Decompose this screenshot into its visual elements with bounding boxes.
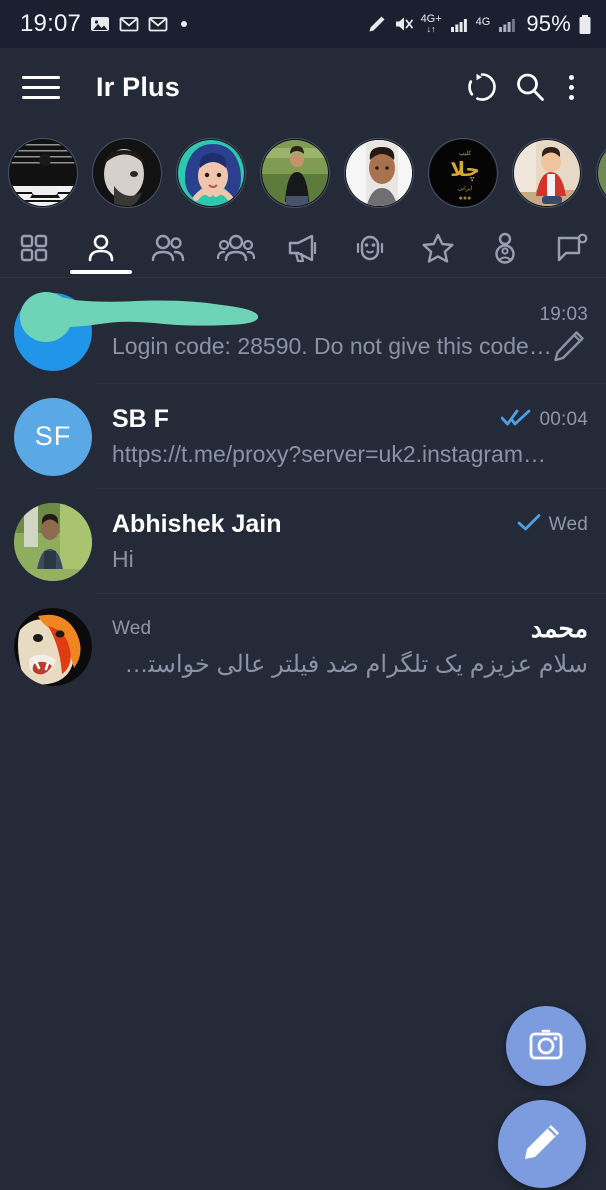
avatar[interactable] xyxy=(14,292,92,371)
tab-all-chats[interactable] xyxy=(0,218,67,278)
avatar[interactable] xyxy=(14,502,92,581)
pen-icon xyxy=(367,14,387,34)
avatar[interactable] xyxy=(14,607,92,686)
hamburger-menu-icon[interactable] xyxy=(22,72,60,102)
svg-text:ایرانی: ایرانی xyxy=(458,185,473,192)
story-avatar-5[interactable] xyxy=(344,138,414,208)
gmail-icon xyxy=(148,14,168,34)
chat-timestamp: Wed xyxy=(548,513,588,535)
chat-row[interactable]: 19:03 Login code: 28590. Do not give thi… xyxy=(0,279,606,384)
chat-row-meta: Wed xyxy=(517,512,588,537)
chat-name: SB F xyxy=(112,405,169,434)
chat-timestamp: Wed xyxy=(112,618,152,640)
stories-bar[interactable]: چلا کلیپ ایرانی ●●● xyxy=(0,126,606,218)
story-avatar-3[interactable] xyxy=(176,138,246,208)
tab-favorites[interactable] xyxy=(404,218,471,278)
avatar[interactable]: SF xyxy=(14,397,92,476)
gmail-icon xyxy=(119,14,139,34)
status-bar: 19:07 4G+ ↓↑ 4G 95% xyxy=(0,0,606,48)
chat-preview-message: Login code: 28590. Do not give this code… xyxy=(112,332,552,359)
chat-preview-message: سلام عزیزم یک تلگرام ضد فیلتر عالی خواست… xyxy=(112,651,588,679)
compose-fab-button[interactable] xyxy=(498,1100,586,1188)
search-icon[interactable] xyxy=(506,63,554,111)
story-avatar-1[interactable] xyxy=(8,138,78,208)
chat-name: Abhishek Jain xyxy=(112,510,282,539)
chat-row-header: محمد Wed xyxy=(112,614,588,644)
chat-row-meta: 00:04 xyxy=(501,407,588,432)
battery-full-icon xyxy=(578,14,592,34)
tab-groups[interactable] xyxy=(202,218,269,278)
chat-row[interactable]: محمد Wed سلام عزیزم یک تلگرام ضد فیلتر ع… xyxy=(0,594,606,699)
chat-row-body: محمد Wed سلام عزیزم یک تلگرام ضد فیلتر ع… xyxy=(112,614,588,679)
chat-timestamp: 00:04 xyxy=(539,408,588,430)
status-bar-clock: 19:07 xyxy=(20,10,82,37)
camera-icon xyxy=(526,1024,566,1069)
chat-preview-message: Hi xyxy=(112,546,134,573)
chat-row-body: 19:03 Login code: 28590. Do not give thi… xyxy=(112,304,588,359)
story-avatar-8[interactable] xyxy=(596,138,606,208)
tab-personal[interactable] xyxy=(67,218,134,278)
chat-row-body: Abhishek Jain Wed Hi xyxy=(112,510,588,572)
chat-preview-message: https://t.me/proxy?server=uk2.instagram… xyxy=(112,441,546,468)
4g-plus-signal-icon: 4G+ ↓↑ xyxy=(421,14,442,34)
chat-row-header: Abhishek Jain Wed xyxy=(112,510,588,539)
more-vertical-icon[interactable] xyxy=(554,74,588,100)
tab-bots[interactable] xyxy=(337,218,404,278)
chat-name: محمد xyxy=(530,615,588,644)
tabs-divider xyxy=(0,277,606,278)
data-arrows-icon: ↓↑ xyxy=(426,24,436,34)
chat-row-header: 19:03 xyxy=(112,304,588,326)
mute-icon xyxy=(394,14,414,34)
chat-row[interactable]: Abhishek Jain Wed Hi xyxy=(0,489,606,594)
signal-bars-icon xyxy=(497,14,517,34)
double-check-icon xyxy=(501,407,531,432)
tab-unread[interactable] xyxy=(539,218,606,278)
story-avatar-4[interactable] xyxy=(260,138,330,208)
status-bar-right: 4G+ ↓↑ 4G 95% xyxy=(367,11,592,37)
single-check-icon xyxy=(517,512,541,537)
proxy-refresh-icon[interactable] xyxy=(458,63,506,111)
svg-text:●●●: ●●● xyxy=(459,195,472,202)
svg-text:چلا: چلا xyxy=(450,157,480,182)
signal-bars-icon xyxy=(449,14,469,34)
chat-list[interactable]: 19:03 Login code: 28590. Do not give thi… xyxy=(0,279,606,699)
story-avatar-6[interactable]: چلا کلیپ ایرانی ●●● xyxy=(428,138,498,208)
story-avatar-7[interactable] xyxy=(512,138,582,208)
tab-channels[interactable] xyxy=(269,218,336,278)
avatar-initials: SF xyxy=(34,421,72,451)
tab-contacts[interactable] xyxy=(135,218,202,278)
chat-timestamp: 19:03 xyxy=(539,303,588,325)
app-bar: Ir Plus xyxy=(0,48,606,126)
tab-secret[interactable] xyxy=(471,218,538,278)
page-title: Ir Plus xyxy=(96,71,180,102)
pencil-icon[interactable] xyxy=(552,329,586,368)
tab-selected-indicator xyxy=(69,270,132,274)
dot-indicator-icon xyxy=(181,21,188,27)
battery-percent-label: 95% xyxy=(526,11,571,36)
pencil-compose-icon xyxy=(520,1120,564,1169)
camera-fab-button[interactable] xyxy=(506,1006,586,1086)
chat-row-header: SB F 00:04 xyxy=(112,405,588,434)
chat-filter-tabs[interactable] xyxy=(0,218,606,278)
svg-text:کلیپ: کلیپ xyxy=(459,150,472,157)
chat-row-meta: 19:03 xyxy=(539,304,588,326)
chat-row[interactable]: SF SB F 00:04 https://t.me/proxy?server=… xyxy=(0,384,606,489)
image-icon xyxy=(90,14,110,34)
chat-row-body: SB F 00:04 https://t.me/proxy?server=uk2… xyxy=(112,405,588,467)
status-bar-left: 19:07 xyxy=(20,10,367,38)
network-label-2: 4G xyxy=(475,16,491,28)
chat-row-meta: Wed xyxy=(112,618,151,640)
story-avatar-2[interactable] xyxy=(92,138,162,208)
